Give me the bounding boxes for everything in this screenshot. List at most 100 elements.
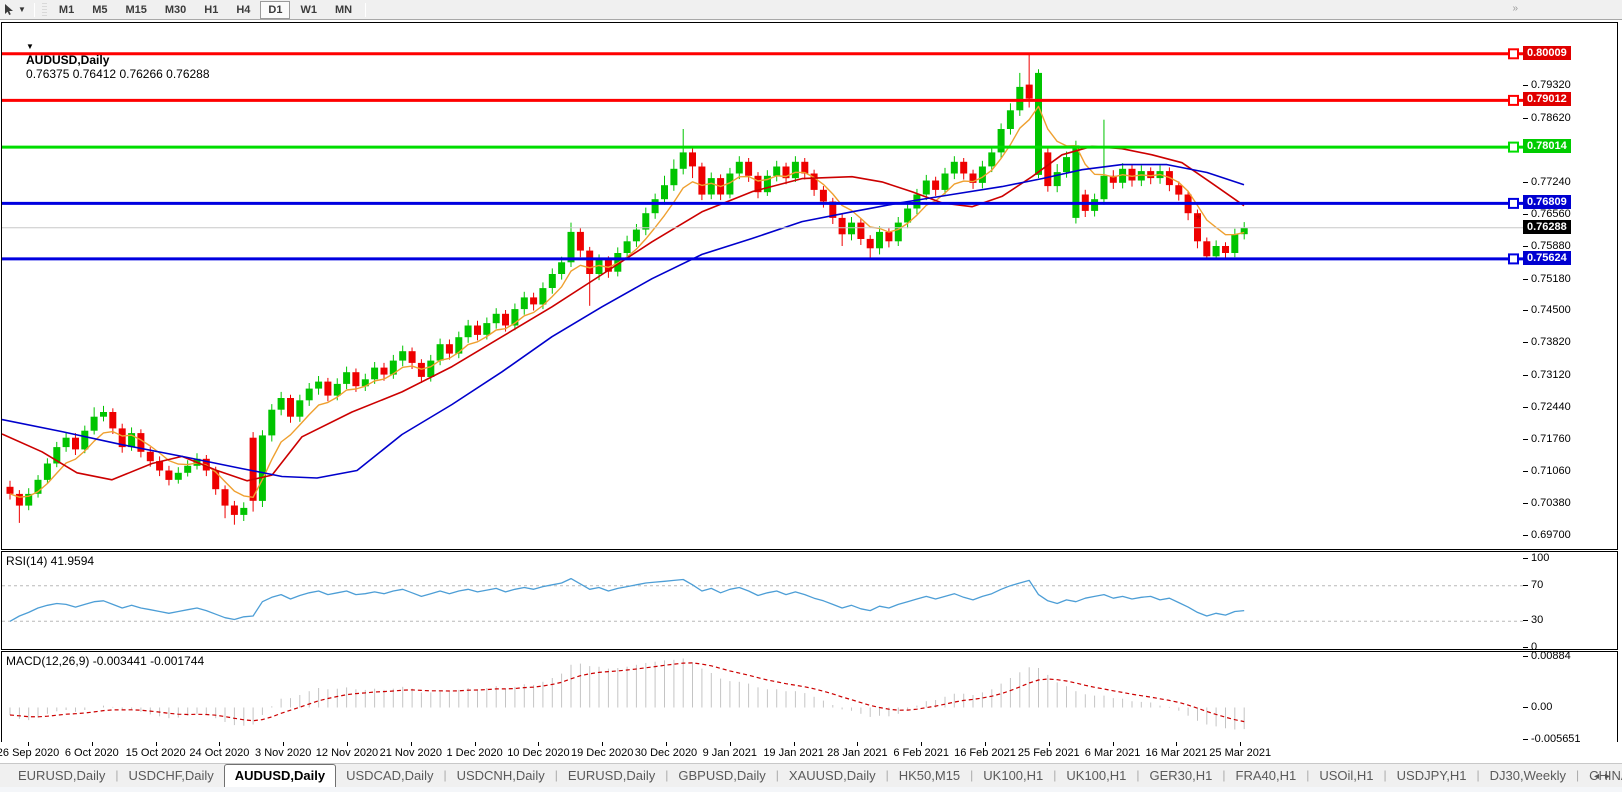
date-tick	[347, 742, 348, 746]
toolbar-separator	[365, 3, 366, 17]
tab-usoil-h1[interactable]: USOil,H1	[1309, 765, 1383, 787]
date-tick	[538, 742, 539, 746]
tab-usdchf-daily[interactable]: USDCHF,Daily	[119, 765, 224, 787]
price-tick-label: 0.71760	[1531, 433, 1571, 445]
price-tick	[1523, 503, 1528, 504]
price-tick-label: 0.74500	[1531, 304, 1571, 316]
macd-scale-tick	[1523, 656, 1528, 657]
price-tick	[1523, 85, 1528, 86]
tab-uk100-h1[interactable]: UK100,H1	[1056, 765, 1136, 787]
rsi-scale-label: 100	[1531, 552, 1549, 564]
hline-price-tag[interactable]: 0.79012	[1523, 92, 1571, 106]
tab-eurusd-daily[interactable]: EURUSD,Daily	[8, 765, 115, 787]
tab-eurusd-daily[interactable]: EURUSD,Daily	[558, 765, 665, 787]
chevron-down-icon: ▼	[18, 5, 26, 14]
date-tick	[475, 742, 476, 746]
date-tick	[602, 742, 603, 746]
price-tick-label: 0.69700	[1531, 529, 1571, 541]
date-tick	[28, 742, 29, 746]
chart-tabs: EURUSD,Daily|USDCHF,DailyAUDUSD,DailyUSD…	[8, 764, 1622, 787]
timeframe-button-m15[interactable]: M15	[117, 1, 154, 19]
tab-gbpusd-daily[interactable]: GBPUSD,Daily	[668, 765, 775, 787]
tab-uk100-h1[interactable]: UK100,H1	[973, 765, 1053, 787]
tab-dj30-weekly[interactable]: DJ30,Weekly	[1480, 765, 1576, 787]
timeframe-button-m30[interactable]: M30	[157, 1, 194, 19]
main-chart-pane[interactable]: ▼ AUDUSD,Daily 0.76375 0.76412 0.76266 0…	[1, 22, 1618, 550]
date-tick	[1113, 742, 1114, 746]
chart-title: ▼ AUDUSD,Daily 0.76375 0.76412 0.76266 0…	[6, 25, 210, 95]
rsi-pane[interactable]: RSI(14) 41.9594	[1, 551, 1618, 650]
price-tick	[1523, 310, 1528, 311]
chart-tab-bar: EURUSD,Daily|USDCHF,DailyAUDUSD,DailyUSD…	[0, 763, 1622, 787]
timeframe-button-m1[interactable]: M1	[51, 1, 82, 19]
date-tick	[1240, 742, 1241, 746]
tab-usdcnh-daily[interactable]: USDCNH,Daily	[447, 765, 555, 787]
date-tick	[1176, 742, 1177, 746]
price-tick	[1523, 407, 1528, 408]
date-label: 25 Mar 2021	[1202, 747, 1278, 759]
candlestick-chart[interactable]	[2, 23, 1524, 549]
timeframe-button-w1[interactable]: W1	[292, 1, 325, 19]
tab-usdcad-daily[interactable]: USDCAD,Daily	[336, 765, 443, 787]
tab-xauusd-daily[interactable]: XAUUSD,Daily	[779, 765, 886, 787]
timeframe-button-h4[interactable]: H4	[228, 1, 258, 19]
date-tick	[921, 742, 922, 746]
symbol-label: AUDUSD,Daily	[26, 53, 109, 67]
macd-scale-label: 0.00884	[1531, 650, 1571, 662]
status-strip	[0, 787, 1622, 792]
price-tick-label: 0.73820	[1531, 336, 1571, 348]
date-tick	[219, 742, 220, 746]
macd-pane[interactable]: MACD(12,26,9) -0.003441 -0.001744	[1, 651, 1618, 744]
toolbar-grip[interactable]	[42, 3, 47, 17]
timeframe-button-d1[interactable]: D1	[260, 1, 290, 19]
date-tick	[1049, 742, 1050, 746]
price-tick	[1523, 279, 1528, 280]
time-axis[interactable]: 26 Sep 20206 Oct 202015 Oct 202024 Oct 2…	[0, 742, 1622, 763]
price-tick-label: 0.76560	[1531, 208, 1571, 220]
date-tick	[857, 742, 858, 746]
tab-hk50-m15[interactable]: HK50,M15	[889, 765, 970, 787]
macd-chart[interactable]	[2, 652, 1524, 743]
tab-ger30-h1[interactable]: GER30,H1	[1140, 765, 1223, 787]
tab-scroll-arrows[interactable]: ◂▸	[1594, 771, 1616, 782]
price-tick-label: 0.79320	[1531, 79, 1571, 91]
price-tick-label: 0.77240	[1531, 176, 1571, 188]
price-tick-label: 0.73120	[1531, 369, 1571, 381]
price-tick-label: 0.78620	[1531, 112, 1571, 124]
price-tick	[1523, 439, 1528, 440]
macd-scale-label: 0.00	[1531, 701, 1552, 713]
date-tick	[156, 742, 157, 746]
hline-price-tag[interactable]: 0.76809	[1523, 195, 1571, 209]
chart-context-arrow-icon[interactable]: ▼	[26, 42, 34, 51]
tab-usdjpy-h1[interactable]: USDJPY,H1	[1387, 765, 1477, 787]
hline-price-tag[interactable]: 0.78014	[1523, 139, 1571, 153]
price-tick	[1523, 342, 1528, 343]
timeframe-button-h1[interactable]: H1	[196, 1, 226, 19]
price-tick	[1523, 535, 1528, 536]
hline-price-tag[interactable]: 0.80009	[1523, 46, 1571, 60]
tab-fra40-h1[interactable]: FRA40,H1	[1226, 765, 1307, 787]
price-tick	[1523, 182, 1528, 183]
rsi-scale-tick	[1523, 620, 1528, 621]
timeframe-button-mn[interactable]: MN	[327, 1, 360, 19]
timeframe-button-m5[interactable]: M5	[84, 1, 115, 19]
toolbar-separator	[34, 3, 35, 17]
toolbar-overflow-icon[interactable]: »	[1512, 3, 1518, 14]
macd-scale-tick	[1523, 707, 1528, 708]
price-tick	[1523, 214, 1528, 215]
rsi-scale-tick	[1523, 647, 1528, 648]
ohlc-values: 0.76375 0.76412 0.76266 0.76288	[26, 67, 210, 81]
timeframe-buttons: M1M5M15M30H1H4D1W1MN	[50, 1, 361, 19]
price-tick-label: 0.75180	[1531, 273, 1571, 285]
rsi-scale-tick	[1523, 558, 1528, 559]
hline-price-tag[interactable]: 0.75624	[1523, 251, 1571, 265]
rsi-scale-label: 30	[1531, 614, 1543, 626]
date-tick	[411, 742, 412, 746]
cursor-tool-button[interactable]: ▼	[0, 4, 30, 16]
tab-audusd-daily[interactable]: AUDUSD,Daily	[224, 764, 336, 787]
rsi-chart[interactable]	[2, 552, 1524, 649]
date-tick	[730, 742, 731, 746]
macd-scale-tick	[1523, 739, 1528, 740]
rsi-label: RSI(14) 41.9594	[6, 554, 94, 568]
rsi-scale-label: 70	[1531, 579, 1543, 591]
